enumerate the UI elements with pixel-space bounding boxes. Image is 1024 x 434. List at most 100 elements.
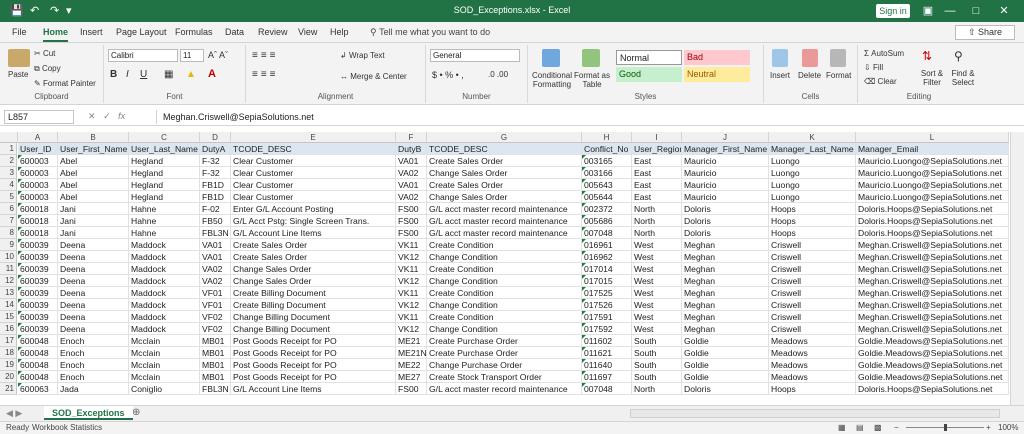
table-cell[interactable]: Enoch xyxy=(58,335,129,347)
style-normal[interactable]: Normal xyxy=(616,50,682,65)
row-header[interactable]: 2 xyxy=(0,155,17,167)
table-cell[interactable]: FB50 xyxy=(200,215,231,227)
table-cell[interactable]: Enoch xyxy=(58,359,129,371)
table-cell[interactable]: 600063 xyxy=(18,383,58,395)
insert-function-icon[interactable]: fx xyxy=(118,111,125,121)
table-cell[interactable]: Create Condition xyxy=(427,311,582,323)
align-left-icons[interactable]: ≡≡≡ xyxy=(252,69,279,80)
table-cell[interactable]: Post Goods Receipt for PO xyxy=(231,359,396,371)
enter-icon[interactable]: ✓ xyxy=(103,111,111,121)
table-cell[interactable]: Clear Customer xyxy=(231,179,396,191)
underline-button[interactable]: U xyxy=(140,69,147,80)
table-cell[interactable]: Meghan.Criswell@SepiaSolutions.net xyxy=(856,263,1009,275)
table-cell[interactable]: Meghan.Criswell@SepiaSolutions.net xyxy=(856,275,1009,287)
table-cell[interactable]: Coniglio xyxy=(129,383,200,395)
column-header-d[interactable]: D xyxy=(200,132,231,143)
table-cell[interactable]: Mcclain xyxy=(129,347,200,359)
tell-me-search[interactable]: ⚲ Tell me what you want to do xyxy=(370,27,490,38)
ribbon-display-icon[interactable]: ▣ xyxy=(918,3,938,19)
table-cell[interactable]: North xyxy=(632,227,682,239)
tab-data[interactable]: Data xyxy=(225,27,244,37)
table-cell[interactable]: Meghan.Criswell@SepiaSolutions.net xyxy=(856,311,1009,323)
column-header-f[interactable]: F xyxy=(396,132,427,143)
table-cell[interactable]: Luongo xyxy=(769,179,856,191)
table-cell[interactable]: F-32 xyxy=(200,167,231,179)
column-header-j[interactable]: J xyxy=(682,132,769,143)
table-cell[interactable]: Jani xyxy=(58,215,129,227)
table-cell[interactable]: Jani xyxy=(58,227,129,239)
table-cell[interactable]: 017525 xyxy=(582,287,632,299)
table-cell[interactable]: VA02 xyxy=(200,275,231,287)
close-button[interactable]: ✕ xyxy=(994,3,1014,19)
table-cell[interactable]: Deena xyxy=(58,275,129,287)
table-cell[interactable]: South xyxy=(632,371,682,383)
table-cell[interactable]: Goldie xyxy=(682,335,769,347)
table-cell[interactable]: G/L Acct Pstg: Single Screen Trans. xyxy=(231,215,396,227)
find-select-button[interactable]: Find & Select xyxy=(948,69,978,87)
table-cell[interactable]: Mcclain xyxy=(129,335,200,347)
table-cell[interactable]: 600048 xyxy=(18,335,58,347)
table-cell[interactable]: 600003 xyxy=(18,155,58,167)
table-cell[interactable]: VA02 xyxy=(396,167,427,179)
table-cell[interactable]: VA01 xyxy=(200,239,231,251)
table-cell[interactable]: Hahne xyxy=(129,227,200,239)
table-cell[interactable]: Criswell xyxy=(769,263,856,275)
table-cell[interactable]: VA01 xyxy=(396,155,427,167)
table-cell[interactable]: Hegland xyxy=(129,179,200,191)
column-header-c[interactable]: C xyxy=(129,132,200,143)
table-cell[interactable]: Meghan xyxy=(682,287,769,299)
table-cell[interactable]: FB1D xyxy=(200,179,231,191)
tab-formulas[interactable]: Formulas xyxy=(175,27,213,37)
table-cell[interactable]: Maddock xyxy=(129,275,200,287)
table-cell[interactable]: Clear Customer xyxy=(231,191,396,203)
workbook-statistics[interactable]: Workbook Statistics xyxy=(32,422,102,434)
table-cell[interactable]: Change Condition xyxy=(427,251,582,263)
table-cell[interactable]: North xyxy=(632,215,682,227)
table-cell[interactable]: West xyxy=(632,287,682,299)
formula-input[interactable]: Meghan.Criswell@SepiaSolutions.net xyxy=(156,110,1016,124)
table-cell[interactable]: Maddock xyxy=(129,251,200,263)
table-cell[interactable]: Hahne xyxy=(129,215,200,227)
table-cell[interactable]: West xyxy=(632,251,682,263)
table-cell[interactable]: Clear Customer xyxy=(231,167,396,179)
table-cell[interactable]: Meadows xyxy=(769,371,856,383)
table-cell[interactable]: Create Condition xyxy=(427,263,582,275)
format-as-table-button[interactable]: Format as Table xyxy=(574,71,610,89)
table-cell[interactable]: Post Goods Receipt for PO xyxy=(231,371,396,383)
header-cell[interactable]: DutyA xyxy=(200,143,231,155)
table-cell[interactable]: Goldie xyxy=(682,371,769,383)
table-cell[interactable]: Goldie xyxy=(682,359,769,371)
row-header[interactable]: 6 xyxy=(0,203,17,215)
table-cell[interactable]: Meghan xyxy=(682,311,769,323)
table-cell[interactable]: VK11 xyxy=(396,287,427,299)
copy-button[interactable]: ⧉ Copy xyxy=(34,64,61,74)
zoom-level[interactable]: 100% xyxy=(998,422,1018,434)
conditional-formatting-button[interactable]: Conditional Formatting xyxy=(532,71,572,89)
table-cell[interactable]: 017015 xyxy=(582,275,632,287)
table-cell[interactable]: 017014 xyxy=(582,263,632,275)
table-cell[interactable]: FB1D xyxy=(200,191,231,203)
table-cell[interactable]: Luongo xyxy=(769,191,856,203)
row-header[interactable]: 17 xyxy=(0,335,17,347)
fill-button[interactable]: ⇩ Fill xyxy=(864,63,883,72)
table-cell[interactable]: Deena xyxy=(58,251,129,263)
normal-view-icon[interactable]: ▦ xyxy=(838,422,846,434)
table-cell[interactable]: Change Condition xyxy=(427,275,582,287)
table-cell[interactable]: 600018 xyxy=(18,215,58,227)
row-header[interactable]: 14 xyxy=(0,299,17,311)
row-header[interactable]: 16 xyxy=(0,323,17,335)
row-header[interactable]: 11 xyxy=(0,263,17,275)
select-all-corner[interactable] xyxy=(0,132,18,143)
table-cell[interactable]: Change Sales Order xyxy=(427,167,582,179)
table-cell[interactable]: Enter G/L Account Posting xyxy=(231,203,396,215)
style-bad[interactable]: Bad xyxy=(684,50,750,65)
table-cell[interactable]: 600039 xyxy=(18,275,58,287)
table-cell[interactable]: 600039 xyxy=(18,239,58,251)
font-size-select[interactable]: 11 xyxy=(180,49,204,62)
table-cell[interactable]: Deena xyxy=(58,311,129,323)
column-header-k[interactable]: K xyxy=(769,132,856,143)
table-cell[interactable]: Mauricio.Luongo@SepiaSolutions.net xyxy=(856,191,1009,203)
currency-icon[interactable]: $ • % • , xyxy=(432,70,464,80)
table-cell[interactable]: Maddock xyxy=(129,239,200,251)
table-cell[interactable]: Doloris xyxy=(682,383,769,395)
